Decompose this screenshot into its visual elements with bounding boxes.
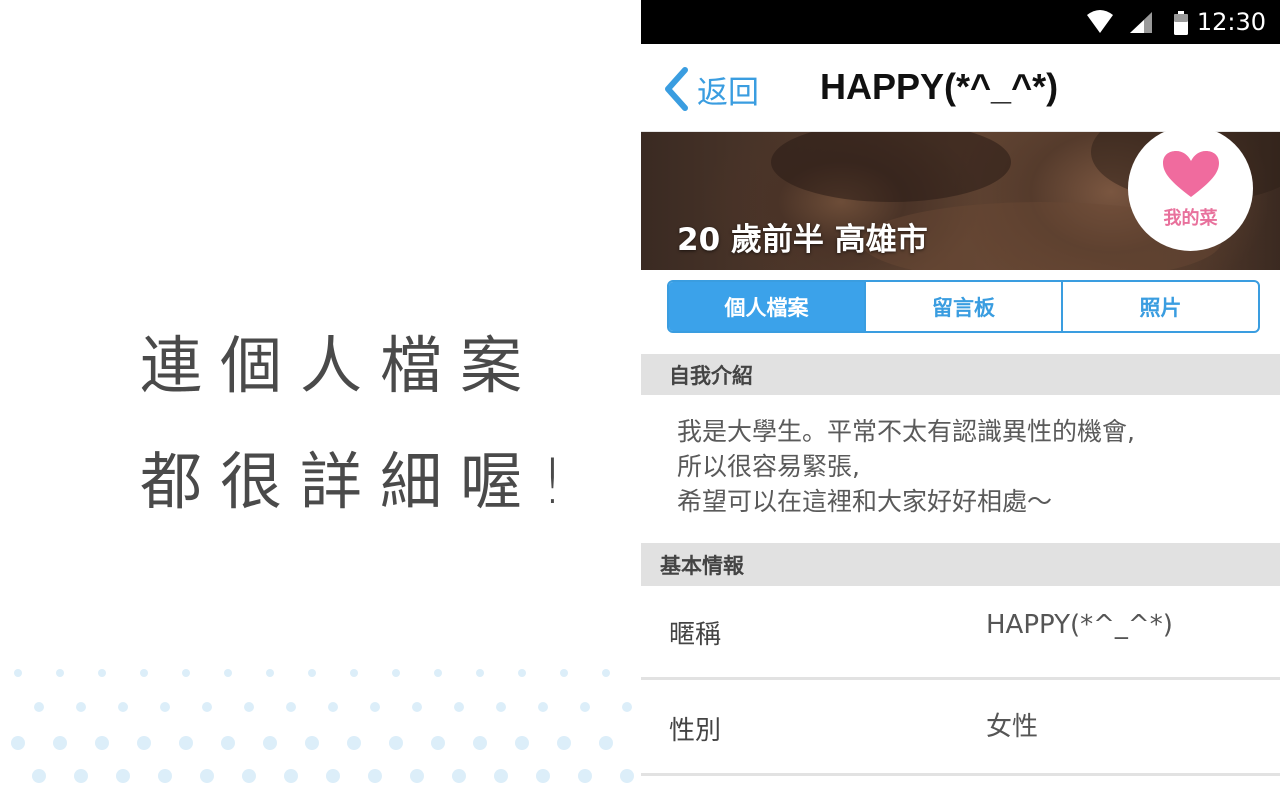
- decoration-dot: [454, 702, 464, 712]
- decoration-dot: [263, 736, 277, 750]
- decoration-dot: [116, 769, 130, 783]
- dot-pattern-decoration: [11, 669, 634, 783]
- decoration-dot: [326, 769, 340, 783]
- decoration-dot: [431, 736, 445, 750]
- decoration-dot: [74, 769, 88, 783]
- nav-bar: 返回 HAPPY(*^_^*): [641, 44, 1280, 132]
- signal-icon: [1130, 12, 1152, 33]
- decoration-dot: [244, 702, 254, 712]
- decoration-dot: [98, 669, 106, 677]
- info-row-nickname: 暱稱 HAPPY(*^_^*): [641, 586, 1280, 680]
- decoration-dot: [266, 669, 274, 677]
- decoration-dot: [328, 702, 338, 712]
- decoration-dot: [452, 769, 466, 783]
- decoration-dot: [76, 702, 86, 712]
- decoration-dot: [242, 769, 256, 783]
- decoration-dot: [494, 769, 508, 783]
- decoration-dot: [14, 669, 22, 677]
- decoration-dot: [410, 769, 424, 783]
- decoration-dot: [53, 736, 67, 750]
- intro-line: 我是大學生。平常不太有認識異性的機會,: [677, 417, 1135, 446]
- decoration-dot: [538, 702, 548, 712]
- decoration-dot: [308, 669, 316, 677]
- decoration-dot: [518, 669, 526, 677]
- profile-tabs: 個人檔案 留言板 照片: [667, 280, 1260, 333]
- decoration-dot: [560, 669, 568, 677]
- decoration-dot: [347, 736, 361, 750]
- decoration-dot: [392, 669, 400, 677]
- decoration-dot: [434, 669, 442, 677]
- status-icons: [1087, 10, 1188, 35]
- decoration-dot: [370, 702, 380, 712]
- decoration-dot: [602, 669, 610, 677]
- decoration-dot: [286, 702, 296, 712]
- promo-headline: 連個人檔案 都很詳細喔!: [140, 308, 583, 540]
- battery-icon: [1174, 11, 1188, 35]
- back-button[interactable]: 返回: [663, 66, 759, 112]
- decoration-dot: [11, 736, 25, 750]
- decoration-dot: [221, 736, 235, 750]
- intro-section-header: 自我介紹: [641, 354, 1280, 395]
- decoration-dot: [389, 736, 403, 750]
- decoration-dot: [496, 702, 506, 712]
- decoration-dot: [182, 669, 190, 677]
- decoration-dot: [536, 769, 550, 783]
- headline-line-2: 都很詳細喔!: [140, 445, 583, 518]
- intro-line: 所以很容易緊張,: [677, 452, 860, 481]
- decoration-dot: [599, 736, 613, 750]
- gender-label: 性別: [669, 716, 722, 746]
- decoration-dot: [137, 736, 151, 750]
- status-bar: 12:30: [641, 0, 1280, 44]
- decoration-dot: [368, 769, 382, 783]
- decoration-dot: [580, 702, 590, 712]
- nickname-value: HAPPY(*^_^*): [986, 610, 1173, 640]
- chevron-left-icon: [665, 67, 688, 111]
- decoration-dot: [202, 702, 212, 712]
- decoration-dot: [32, 769, 46, 783]
- tab-photos[interactable]: 照片: [1061, 282, 1258, 331]
- decoration-dot: [284, 769, 298, 783]
- decoration-dot: [118, 702, 128, 712]
- page-title: HAPPY(*^_^*): [820, 66, 1059, 107]
- wifi-icon: [1087, 10, 1113, 33]
- decoration-dot: [224, 669, 232, 677]
- nickname-label: 暱稱: [669, 620, 722, 650]
- decoration-dot: [305, 736, 319, 750]
- headline-line-1: 連個人檔案: [140, 329, 541, 402]
- self-introduction: 我是大學生。平常不太有認識異性的機會, 所以很容易緊張, 希望可以在這裡和大家好…: [677, 414, 1257, 519]
- decoration-dot: [473, 736, 487, 750]
- tab-message-board[interactable]: 留言板: [864, 282, 1061, 331]
- basic-info-section-header: 基本情報: [641, 543, 1280, 586]
- promo-panel: 連個人檔案 都很詳細喔!: [0, 0, 641, 800]
- decoration-dot: [622, 702, 632, 712]
- status-time: 12:30: [1196, 8, 1266, 36]
- heart-icon: [1163, 151, 1219, 197]
- decoration-dot: [95, 736, 109, 750]
- intro-line: 希望可以在這裡和大家好好相處～: [677, 487, 1053, 516]
- decoration-dot: [140, 669, 148, 677]
- phone-screen: 12:30 返回 HAPPY(*^_^*) 20 歲前半 高雄市 我的菜 個人檔…: [641, 0, 1280, 800]
- decoration-dot: [412, 702, 422, 712]
- decoration-dot: [200, 769, 214, 783]
- screen: 連個人檔案 都很詳細喔! 12:30 返回 HAPPY(*^_^*) 20 歲前…: [0, 0, 1280, 800]
- decoration-dot: [578, 769, 592, 783]
- age-location-text: 20 歲前半 高雄市: [677, 222, 928, 258]
- info-row-gender: 性別 女性: [641, 680, 1280, 776]
- decoration-dot: [515, 736, 529, 750]
- decoration-dot: [160, 702, 170, 712]
- decoration-dot: [158, 769, 172, 783]
- favorite-label: 我的菜: [1163, 208, 1218, 229]
- decoration-dot: [56, 669, 64, 677]
- decoration-dot: [179, 736, 193, 750]
- tab-profile[interactable]: 個人檔案: [669, 282, 864, 331]
- decoration-dot: [350, 669, 358, 677]
- decoration-dot: [557, 736, 571, 750]
- decoration-dot: [476, 669, 484, 677]
- gender-value: 女性: [986, 712, 1039, 742]
- favorite-button[interactable]: 我的菜: [1128, 126, 1253, 251]
- back-label: 返回: [697, 74, 759, 111]
- decoration-dot: [34, 702, 44, 712]
- decoration-dot: [620, 769, 634, 783]
